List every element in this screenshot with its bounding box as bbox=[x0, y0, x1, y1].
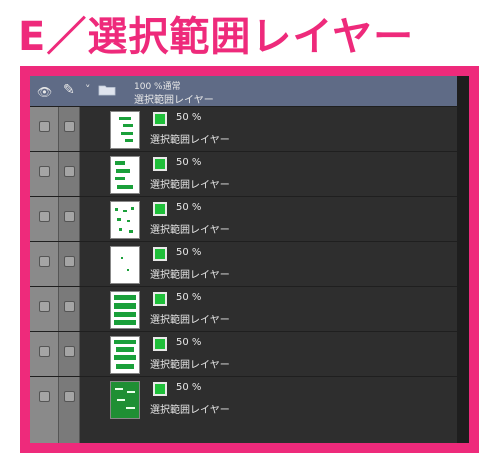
layer-opacity: 50 % bbox=[176, 202, 202, 213]
folder-name[interactable]: 選択範囲レイヤー bbox=[134, 91, 214, 106]
layer-row[interactable]: 50 % 選択範囲レイヤー bbox=[30, 331, 457, 376]
selection-layer-icon bbox=[153, 382, 167, 396]
visibility-checkbox[interactable] bbox=[39, 121, 50, 132]
layer-name[interactable]: 選択範囲レイヤー bbox=[150, 131, 230, 146]
edit-lock-checkbox[interactable] bbox=[64, 166, 75, 177]
visibility-checkbox[interactable] bbox=[39, 391, 50, 402]
layer-thumbnail bbox=[110, 201, 140, 239]
page-heading: E／選択範囲レイヤー bbox=[18, 14, 415, 60]
layer-name[interactable]: 選択範囲レイヤー bbox=[150, 401, 230, 416]
layer-row[interactable]: 50 % 選択範囲レイヤー bbox=[30, 196, 457, 241]
layer-panel: 👁 ✎ ˅ 100 %通常 選択範囲レイヤー 50 % 選択範囲レイヤー 50 … bbox=[30, 76, 469, 443]
layer-row[interactable]: 50 % 選択範囲レイヤー bbox=[30, 241, 457, 286]
scrollbar[interactable] bbox=[457, 76, 469, 443]
visibility-checkbox[interactable] bbox=[39, 166, 50, 177]
layer-thumbnail bbox=[110, 336, 140, 374]
visibility-checkbox[interactable] bbox=[39, 346, 50, 357]
visibility-checkbox[interactable] bbox=[39, 301, 50, 312]
folder-icon bbox=[98, 85, 116, 96]
layer-row[interactable]: 50 % 選択範囲レイヤー bbox=[30, 106, 457, 151]
layer-name[interactable]: 選択範囲レイヤー bbox=[150, 176, 230, 191]
selection-layer-icon bbox=[153, 247, 167, 261]
layer-thumbnail bbox=[110, 156, 140, 194]
layer-row[interactable]: 50 % 選択範囲レイヤー bbox=[30, 376, 457, 421]
edit-lock-checkbox[interactable] bbox=[64, 391, 75, 402]
layer-panel-frame: 👁 ✎ ˅ 100 %通常 選択範囲レイヤー 50 % 選択範囲レイヤー 50 … bbox=[20, 66, 479, 453]
edit-lock-checkbox[interactable] bbox=[64, 346, 75, 357]
folder-layer-row[interactable]: 👁 ✎ ˅ 100 %通常 選択範囲レイヤー bbox=[30, 76, 457, 106]
layer-opacity: 50 % bbox=[176, 157, 202, 168]
layer-name[interactable]: 選択範囲レイヤー bbox=[150, 221, 230, 236]
layer-name[interactable]: 選択範囲レイヤー bbox=[150, 266, 230, 281]
layer-row[interactable]: 50 % 選択範囲レイヤー bbox=[30, 286, 457, 331]
selection-layer-icon bbox=[153, 292, 167, 306]
layer-opacity: 50 % bbox=[176, 382, 202, 393]
visibility-checkbox[interactable] bbox=[39, 211, 50, 222]
selection-layer-icon bbox=[153, 157, 167, 171]
selection-layer-icon bbox=[153, 112, 167, 126]
layer-opacity: 50 % bbox=[176, 292, 202, 303]
chevron-down-icon[interactable]: ˅ bbox=[85, 83, 91, 96]
layer-thumbnail bbox=[110, 291, 140, 329]
layer-opacity: 50 % bbox=[176, 337, 202, 348]
visibility-checkbox[interactable] bbox=[39, 256, 50, 267]
selection-layer-icon bbox=[153, 337, 167, 351]
eye-icon[interactable]: 👁 bbox=[37, 85, 52, 99]
layer-thumbnail bbox=[110, 246, 140, 284]
edit-lock-checkbox[interactable] bbox=[64, 256, 75, 267]
edit-lock-checkbox[interactable] bbox=[64, 211, 75, 222]
layer-thumbnail bbox=[110, 381, 140, 419]
layer-thumbnail bbox=[110, 111, 140, 149]
edit-lock-checkbox[interactable] bbox=[64, 121, 75, 132]
edit-lock-checkbox[interactable] bbox=[64, 301, 75, 312]
layer-opacity: 50 % bbox=[176, 247, 202, 258]
layer-row[interactable]: 50 % 選択範囲レイヤー bbox=[30, 151, 457, 196]
layer-opacity: 50 % bbox=[176, 112, 202, 123]
selection-layer-icon bbox=[153, 202, 167, 216]
layer-name[interactable]: 選択範囲レイヤー bbox=[150, 356, 230, 371]
pen-icon[interactable]: ✎ bbox=[63, 82, 75, 98]
layer-name[interactable]: 選択範囲レイヤー bbox=[150, 311, 230, 326]
